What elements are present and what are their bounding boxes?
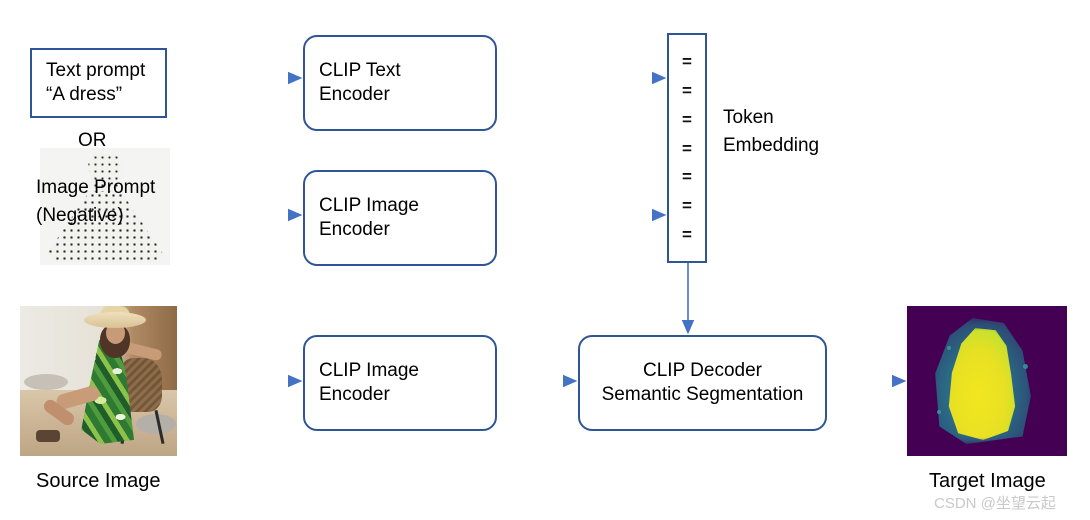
segmentation-speck (937, 410, 941, 414)
clip-text-encoder-line-1: CLIP Text (319, 60, 401, 82)
diagram-canvas: Text prompt “A dress” OR Image Prompt (N… (0, 0, 1090, 520)
image-prompt-label: Image Prompt (Negative) (36, 177, 156, 226)
text-prompt-line-1: Text prompt (46, 60, 146, 82)
text-prompt-line-2: “A dress” (46, 84, 123, 105)
clip-decoder-line-1: CLIP Decoder (643, 360, 762, 382)
text-prompt-box[interactable]: Text prompt “A dress” (30, 48, 167, 118)
token-glyph: = (682, 80, 692, 100)
clip-text-encoder-line-2: Encoder (319, 84, 390, 105)
token-glyph: = (682, 196, 692, 216)
source-image-hat-brim (84, 312, 146, 328)
clip-image-encoder-bottom-box[interactable]: CLIP Image Encoder (303, 335, 497, 431)
source-image-caption: Source Image (36, 470, 161, 492)
source-image-thumbnail[interactable] (20, 306, 177, 456)
token-embedding-label: Token Embedding (723, 107, 820, 156)
segmentation-speck (1023, 364, 1028, 369)
token-glyph: = (682, 167, 692, 187)
clip-image-encoder-top-line-1: CLIP Image (319, 195, 419, 217)
clip-image-encoder-top-line-2: Encoder (319, 219, 390, 240)
token-glyph: = (682, 138, 692, 158)
clip-image-encoder-bottom-line-2: Encoder (319, 384, 390, 405)
token-glyph: = (682, 51, 692, 71)
clip-decoder-line-2: Semantic Segmentation (601, 384, 804, 405)
clip-image-encoder-top-box[interactable]: CLIP Image Encoder (303, 170, 497, 266)
target-image-thumbnail[interactable] (907, 306, 1067, 456)
source-image-rock (24, 374, 68, 390)
clip-image-encoder-bottom-line-1: CLIP Image (319, 360, 419, 382)
token-glyph: = (682, 109, 692, 129)
clip-decoder-box[interactable]: CLIP Decoder Semantic Segmentation (578, 335, 827, 431)
target-image-caption: Target Image (929, 470, 1046, 492)
csdn-watermark: CSDN @坐望云起 (934, 495, 1056, 512)
source-image-sandal (36, 430, 60, 442)
token-embedding-box[interactable]: = = = = = = = (667, 33, 707, 263)
token-glyph: = (682, 225, 692, 245)
clip-text-encoder-box[interactable]: CLIP Text Encoder (303, 35, 497, 131)
segmentation-speck (947, 346, 951, 350)
